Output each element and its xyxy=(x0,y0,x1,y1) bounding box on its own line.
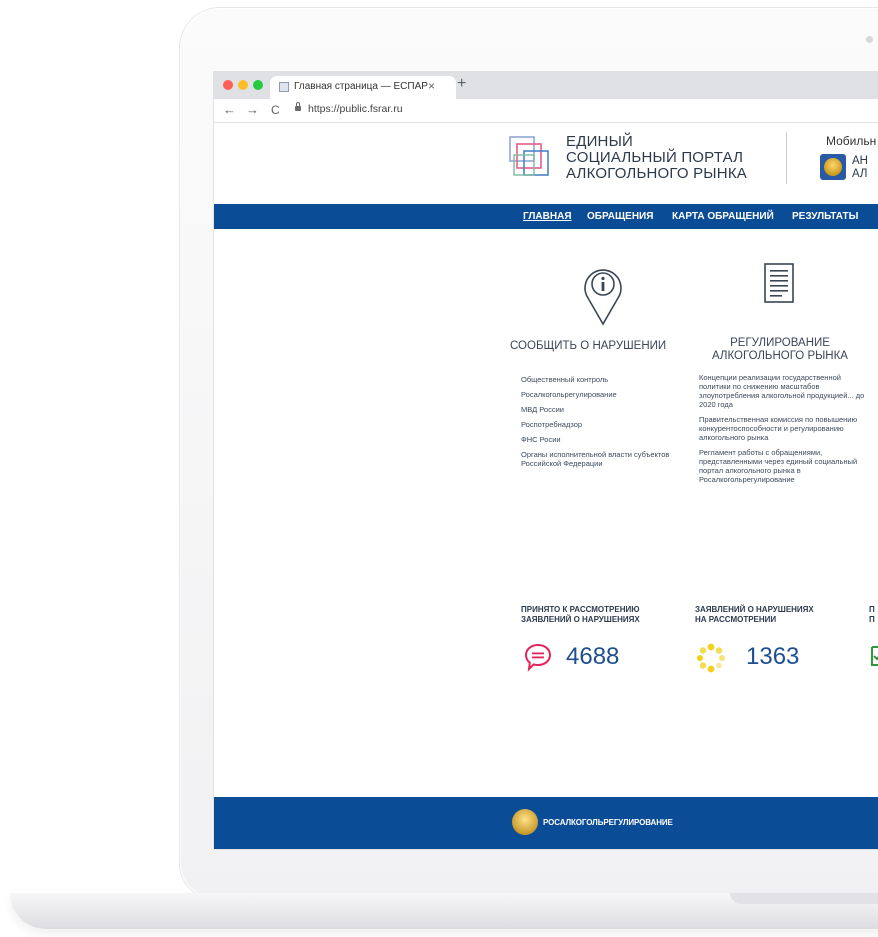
loading-dots-icon xyxy=(697,643,725,673)
footer-agency-name[interactable]: РОСАЛКОГОЛЬРЕГУЛИРОВАНИЕ xyxy=(543,818,673,827)
url-input[interactable]: https://public.fsrar.ru xyxy=(308,103,403,115)
back-button[interactable]: ← xyxy=(223,102,236,117)
reload-button[interactable]: C xyxy=(271,103,280,117)
lock-icon xyxy=(295,102,301,111)
document-check-icon xyxy=(871,646,878,666)
report-links: Общественный контроль Росалкогольрегулир… xyxy=(521,375,681,474)
regulation-link[interactable]: Правительственная комиссия по повышению … xyxy=(699,415,873,442)
regulation-links: Концепции реализации государственной пол… xyxy=(699,373,873,490)
nav-item-appeals[interactable]: ОБРАЩЕНИЯ xyxy=(587,211,653,222)
tab-bar: Главная страница — ЕСПАР × + xyxy=(214,72,878,99)
laptop-base-notch xyxy=(730,893,878,904)
new-tab-button[interactable]: + xyxy=(457,75,466,93)
nav-item-appeals-map[interactable]: КАРТА ОБРАЩЕНИЙ xyxy=(672,211,774,222)
mobile-app-line: АЛ xyxy=(852,168,868,180)
nav-item-home[interactable]: ГЛАВНАЯ xyxy=(523,211,572,222)
info-pin-icon[interactable] xyxy=(580,262,626,326)
regulation-link[interactable]: Концепции реализации государственной пол… xyxy=(699,373,873,409)
header-divider xyxy=(786,132,787,184)
minimize-window-button[interactable] xyxy=(238,80,248,90)
close-window-button[interactable] xyxy=(223,80,233,90)
stat-label-line: П xyxy=(869,614,875,624)
footer-emblem-icon xyxy=(512,809,538,835)
report-link[interactable]: Росалкогольрегулирование xyxy=(521,390,681,399)
mobile-app-link[interactable]: АН АЛ xyxy=(852,155,868,181)
speech-bubble-icon xyxy=(524,643,552,672)
report-link[interactable]: Роспотребнадзор xyxy=(521,420,681,429)
report-violation-title[interactable]: СООБЩИТЬ О НАРУШЕНИИ xyxy=(510,340,666,353)
maximize-window-button[interactable] xyxy=(253,80,263,90)
stat-label: ПРИНЯТО К РАССМОТРЕНИЮ ЗАЯВЛЕНИЙ О НАРУШ… xyxy=(521,605,640,624)
mobile-app-line: АН xyxy=(852,155,868,167)
portal-logo xyxy=(509,136,549,176)
document-icon[interactable] xyxy=(763,262,795,304)
stat-in-review-value: 1363 xyxy=(746,643,800,670)
stat-label-line: ПРИНЯТО К РАССМОТРЕНИЮ xyxy=(521,605,640,614)
site-title[interactable]: ЕДИНЫЙ СОЦИАЛЬНЫЙ ПОРТАЛ АЛКОГОЛЬНОГО РЫ… xyxy=(566,134,747,182)
regulation-link[interactable]: Регламент работы с обращениями, представ… xyxy=(699,448,873,484)
favicon-icon xyxy=(279,82,289,92)
stat-label-line: НА РАССМОТРЕНИИ xyxy=(695,614,777,624)
regulation-title-line: РЕГУЛИРОВАНИЕ xyxy=(730,337,830,349)
address-bar: ← → C https://public.fsrar.ru xyxy=(214,99,878,123)
app-emblem-icon[interactable] xyxy=(820,154,846,180)
mobile-apps-label: Мобильн xyxy=(826,134,877,148)
browser-window: Главная страница — ЕСПАР × + ← → C https… xyxy=(214,72,878,849)
main-nav: ГЛАВНАЯ ОБРАЩЕНИЯ КАРТА ОБРАЩЕНИЙ РЕЗУЛЬ… xyxy=(214,204,878,229)
site-footer: РОСАЛКОГОЛЬРЕГУЛИРОВАНИЕ xyxy=(214,797,878,849)
stat-accepted-value: 4688 xyxy=(566,643,620,670)
tab-title: Главная страница — ЕСПАР xyxy=(294,81,428,92)
stat-label: П П xyxy=(869,605,875,624)
tab-close-button[interactable]: × xyxy=(428,79,435,93)
regulation-title-line: АЛКОГОЛЬНОГО РЫНКА xyxy=(712,350,848,362)
site-title-line: ЕДИНЫЙ xyxy=(566,133,634,150)
site-title-line: СОЦИАЛЬНЫЙ ПОРТАЛ xyxy=(566,149,744,166)
stat-label-line: ЗАЯВЛЕНИЙ О НАРУШЕНИЯХ xyxy=(521,614,640,624)
forward-button[interactable]: → xyxy=(246,102,259,117)
nav-item-results[interactable]: РЕЗУЛЬТАТЫ xyxy=(792,211,858,222)
stat-label: ЗАЯВЛЕНИЙ О НАРУШЕНИЯХ НА РАССМОТРЕНИИ xyxy=(695,605,814,624)
report-link[interactable]: МВД России xyxy=(521,405,681,414)
regulation-title[interactable]: РЕГУЛИРОВАНИЕ АЛКОГОЛЬНОГО РЫНКА xyxy=(706,337,854,363)
report-link[interactable]: Органы исполнительной власти субъектов Р… xyxy=(521,450,681,468)
browser-tab[interactable]: Главная страница — ЕСПАР × xyxy=(270,76,456,99)
report-link[interactable]: ФНС Росии xyxy=(521,435,681,444)
report-link[interactable]: Общественный контроль xyxy=(521,375,681,384)
stat-label-line: ЗАЯВЛЕНИЙ О НАРУШЕНИЯХ xyxy=(695,605,814,614)
site-title-line: АЛКОГОЛЬНОГО РЫНКА xyxy=(566,165,747,182)
camera-icon xyxy=(866,36,873,43)
stat-label-line: П xyxy=(869,605,875,614)
